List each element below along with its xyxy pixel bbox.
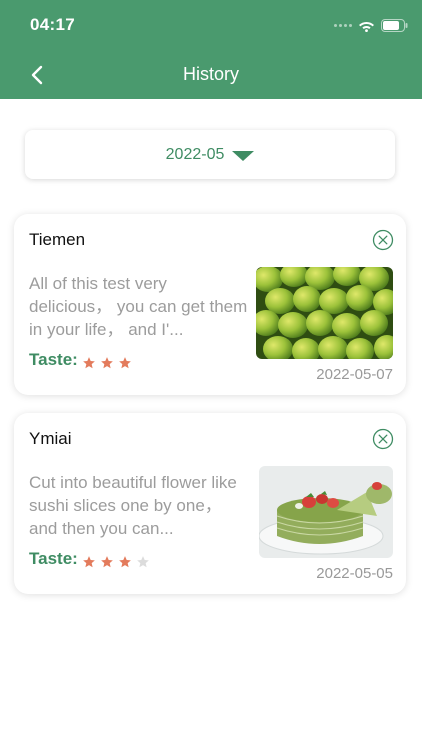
- green-fruit-photo: [256, 267, 393, 359]
- star-filled-icon: [100, 556, 113, 568]
- card-date: 2022-05-07: [316, 366, 393, 383]
- close-icon[interactable]: [372, 428, 394, 450]
- battery-icon: [381, 18, 408, 32]
- star-filled-icon: [100, 357, 113, 369]
- star-empty-icon: [136, 556, 149, 568]
- star-filled-icon: [118, 556, 131, 568]
- taste-rating: Taste:: [29, 549, 150, 569]
- rating-stars: [82, 356, 132, 370]
- card-description: All of this test very delicious， you can…: [29, 274, 248, 339]
- star-filled-icon: [82, 357, 95, 369]
- cellular-signal-icon: [334, 23, 352, 27]
- status-time: 04:17: [30, 15, 75, 34]
- star-filled-icon: [118, 357, 131, 369]
- close-icon[interactable]: [372, 229, 394, 251]
- history-card[interactable]: Tiemen All of this test very delicious， …: [14, 214, 406, 395]
- matcha-crepe-cake-photo: [259, 466, 393, 558]
- history-card[interactable]: Ymiai Cut into beautiful flower like sus…: [14, 413, 406, 594]
- month-filter-dropdown[interactable]: 2022-05: [25, 130, 395, 179]
- page-title: History: [182, 64, 239, 84]
- selected-month: 2022-05: [165, 145, 225, 163]
- taste-label: Taste:: [29, 350, 78, 369]
- card-title: Tiemen: [29, 230, 86, 249]
- wifi-icon: [359, 21, 374, 32]
- status-indicators: [334, 16, 408, 34]
- taste-label: Taste:: [29, 549, 78, 568]
- caret-down-icon: [232, 150, 255, 161]
- star-filled-icon: [82, 556, 95, 568]
- rating-stars: [82, 555, 150, 569]
- card-title: Ymiai: [29, 429, 72, 448]
- card-date: 2022-05-05: [316, 565, 393, 582]
- card-description: Cut into beautiful flower like sushi sli…: [29, 473, 237, 538]
- navigation-header: 04:17 History: [0, 0, 422, 99]
- taste-rating: Taste:: [29, 350, 132, 370]
